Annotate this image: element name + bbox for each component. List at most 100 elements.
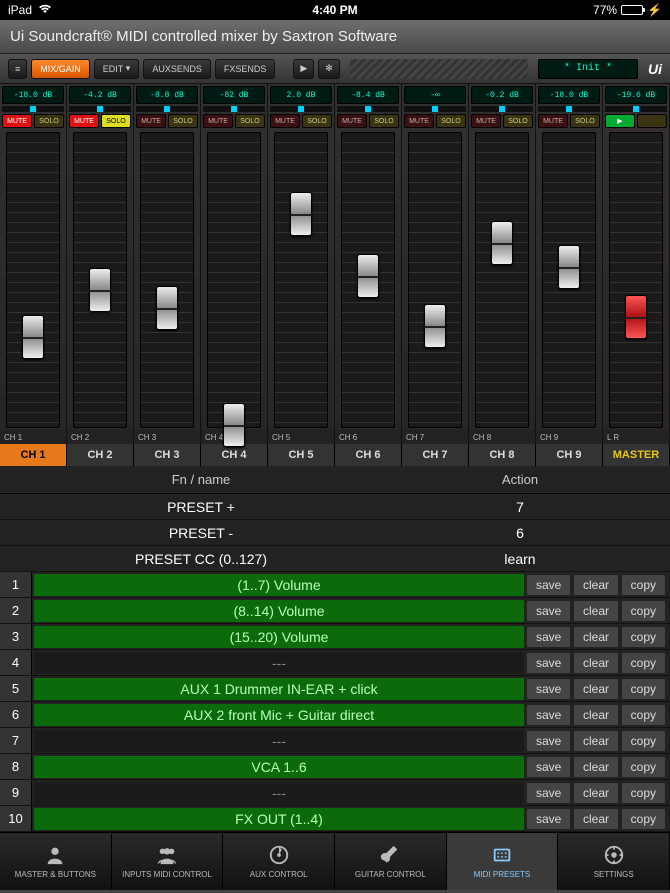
copy-button[interactable]: copy (621, 678, 666, 700)
bottom-tab[interactable]: AUX CONTROL (223, 833, 335, 890)
clear-button[interactable]: clear (573, 652, 618, 674)
preset-label[interactable]: (15..20) Volume (34, 626, 524, 648)
fader-knob[interactable] (223, 403, 245, 447)
preset-label[interactable]: --- (34, 730, 524, 752)
save-button[interactable]: save (526, 652, 571, 674)
pan-slider[interactable] (136, 106, 198, 112)
fader-track[interactable] (408, 132, 462, 428)
preset-label[interactable]: AUX 2 front Mic + Guitar direct (34, 704, 524, 726)
preset-action-value[interactable]: 6 (370, 525, 670, 541)
aux-sends-button[interactable]: AUXSENDS (143, 59, 211, 79)
solo-button[interactable]: SOLO (168, 114, 198, 128)
save-button[interactable]: save (526, 704, 571, 726)
fader-knob[interactable] (290, 192, 312, 236)
fader-track[interactable] (609, 132, 663, 428)
fader-knob[interactable] (357, 254, 379, 298)
bottom-tab[interactable]: INPUTS MIDI CONTROL (112, 833, 224, 890)
preset-label[interactable]: VCA 1..6 (34, 756, 524, 778)
mute-button[interactable]: MUTE (404, 114, 434, 128)
copy-button[interactable]: copy (621, 808, 666, 830)
fader-knob[interactable] (625, 295, 647, 339)
save-button[interactable]: save (526, 756, 571, 778)
save-button[interactable]: save (526, 782, 571, 804)
solo-button[interactable]: SOLO (436, 114, 466, 128)
play-button[interactable]: ▶ (293, 59, 314, 79)
solo-button[interactable]: SOLO (570, 114, 600, 128)
solo-button[interactable]: SOLO (34, 114, 64, 128)
fader-knob[interactable] (491, 221, 513, 265)
clear-button[interactable]: clear (573, 600, 618, 622)
mute-button[interactable]: MUTE (270, 114, 300, 128)
copy-button[interactable]: copy (621, 730, 666, 752)
save-button[interactable]: save (526, 730, 571, 752)
mute-button[interactable]: MUTE (337, 114, 367, 128)
clear-button[interactable]: clear (573, 678, 618, 700)
mute-button[interactable]: MUTE (203, 114, 233, 128)
preset-label[interactable]: (1..7) Volume (34, 574, 524, 596)
copy-button[interactable]: copy (621, 756, 666, 778)
clear-button[interactable]: clear (573, 730, 618, 752)
save-button[interactable]: save (526, 600, 571, 622)
preset-label[interactable]: FX OUT (1..4) (34, 808, 524, 830)
copy-button[interactable]: copy (621, 652, 666, 674)
mute-button[interactable]: MUTE (471, 114, 501, 128)
master-play-button[interactable]: ▶ (605, 114, 635, 128)
solo-button[interactable]: SOLO (503, 114, 533, 128)
channel-tab[interactable]: CH 5 (268, 444, 335, 466)
pan-slider[interactable] (471, 106, 533, 112)
preset-action-value[interactable]: 7 (370, 499, 670, 515)
save-button[interactable]: save (526, 574, 571, 596)
clear-button[interactable]: clear (573, 808, 618, 830)
mute-button[interactable]: MUTE (538, 114, 568, 128)
preset-label[interactable]: (8..14) Volume (34, 600, 524, 622)
mute-button[interactable]: MUTE (136, 114, 166, 128)
clear-button[interactable]: clear (573, 704, 618, 726)
fader-track[interactable] (207, 132, 261, 428)
clear-button[interactable]: clear (573, 756, 618, 778)
channel-tab[interactable]: CH 8 (469, 444, 536, 466)
channel-tab-master[interactable]: MASTER (603, 444, 670, 466)
copy-button[interactable]: copy (621, 626, 666, 648)
fader-knob[interactable] (558, 245, 580, 289)
pan-slider[interactable] (2, 106, 64, 112)
clear-button[interactable]: clear (573, 574, 618, 596)
preset-label[interactable]: --- (34, 782, 524, 804)
channel-tab[interactable]: CH 7 (402, 444, 469, 466)
fader-track[interactable] (341, 132, 395, 428)
master-solo-button[interactable] (637, 114, 667, 128)
save-button[interactable]: save (526, 626, 571, 648)
pan-slider[interactable] (270, 106, 332, 112)
bottom-tab[interactable]: MIDI PRESETS (447, 833, 559, 890)
pan-slider[interactable] (404, 106, 466, 112)
clear-button[interactable]: clear (573, 782, 618, 804)
mute-button[interactable]: MUTE (69, 114, 99, 128)
fx-sends-button[interactable]: FXSENDS (215, 59, 276, 79)
copy-button[interactable]: copy (621, 782, 666, 804)
mix-gain-button[interactable]: MIX/GAIN (31, 59, 90, 79)
save-button[interactable]: save (526, 678, 571, 700)
solo-button[interactable]: SOLO (101, 114, 131, 128)
pan-slider[interactable] (605, 106, 667, 112)
channel-tab[interactable]: CH 6 (335, 444, 402, 466)
preset-action-value[interactable]: learn (370, 551, 670, 567)
solo-button[interactable]: SOLO (369, 114, 399, 128)
fader-track[interactable] (6, 132, 60, 428)
fader-knob[interactable] (22, 315, 44, 359)
fader-track[interactable] (274, 132, 328, 428)
copy-button[interactable]: copy (621, 600, 666, 622)
mute-button[interactable]: MUTE (2, 114, 32, 128)
settings-button[interactable]: ✻ (318, 59, 340, 79)
preset-label[interactable]: AUX 1 Drummer IN-EAR + click (34, 678, 524, 700)
bottom-tab[interactable]: SETTINGS (558, 833, 670, 890)
fader-track[interactable] (542, 132, 596, 428)
bottom-tab[interactable]: MASTER & BUTTONS (0, 833, 112, 890)
fader-knob[interactable] (156, 286, 178, 330)
fader-track[interactable] (475, 132, 529, 428)
menu-button[interactable]: ≡ (8, 59, 27, 79)
pan-slider[interactable] (203, 106, 265, 112)
channel-tab[interactable]: CH 2 (67, 444, 134, 466)
channel-tab[interactable]: CH 1 (0, 444, 67, 466)
copy-button[interactable]: copy (621, 574, 666, 596)
solo-button[interactable]: SOLO (235, 114, 265, 128)
pan-slider[interactable] (69, 106, 131, 112)
